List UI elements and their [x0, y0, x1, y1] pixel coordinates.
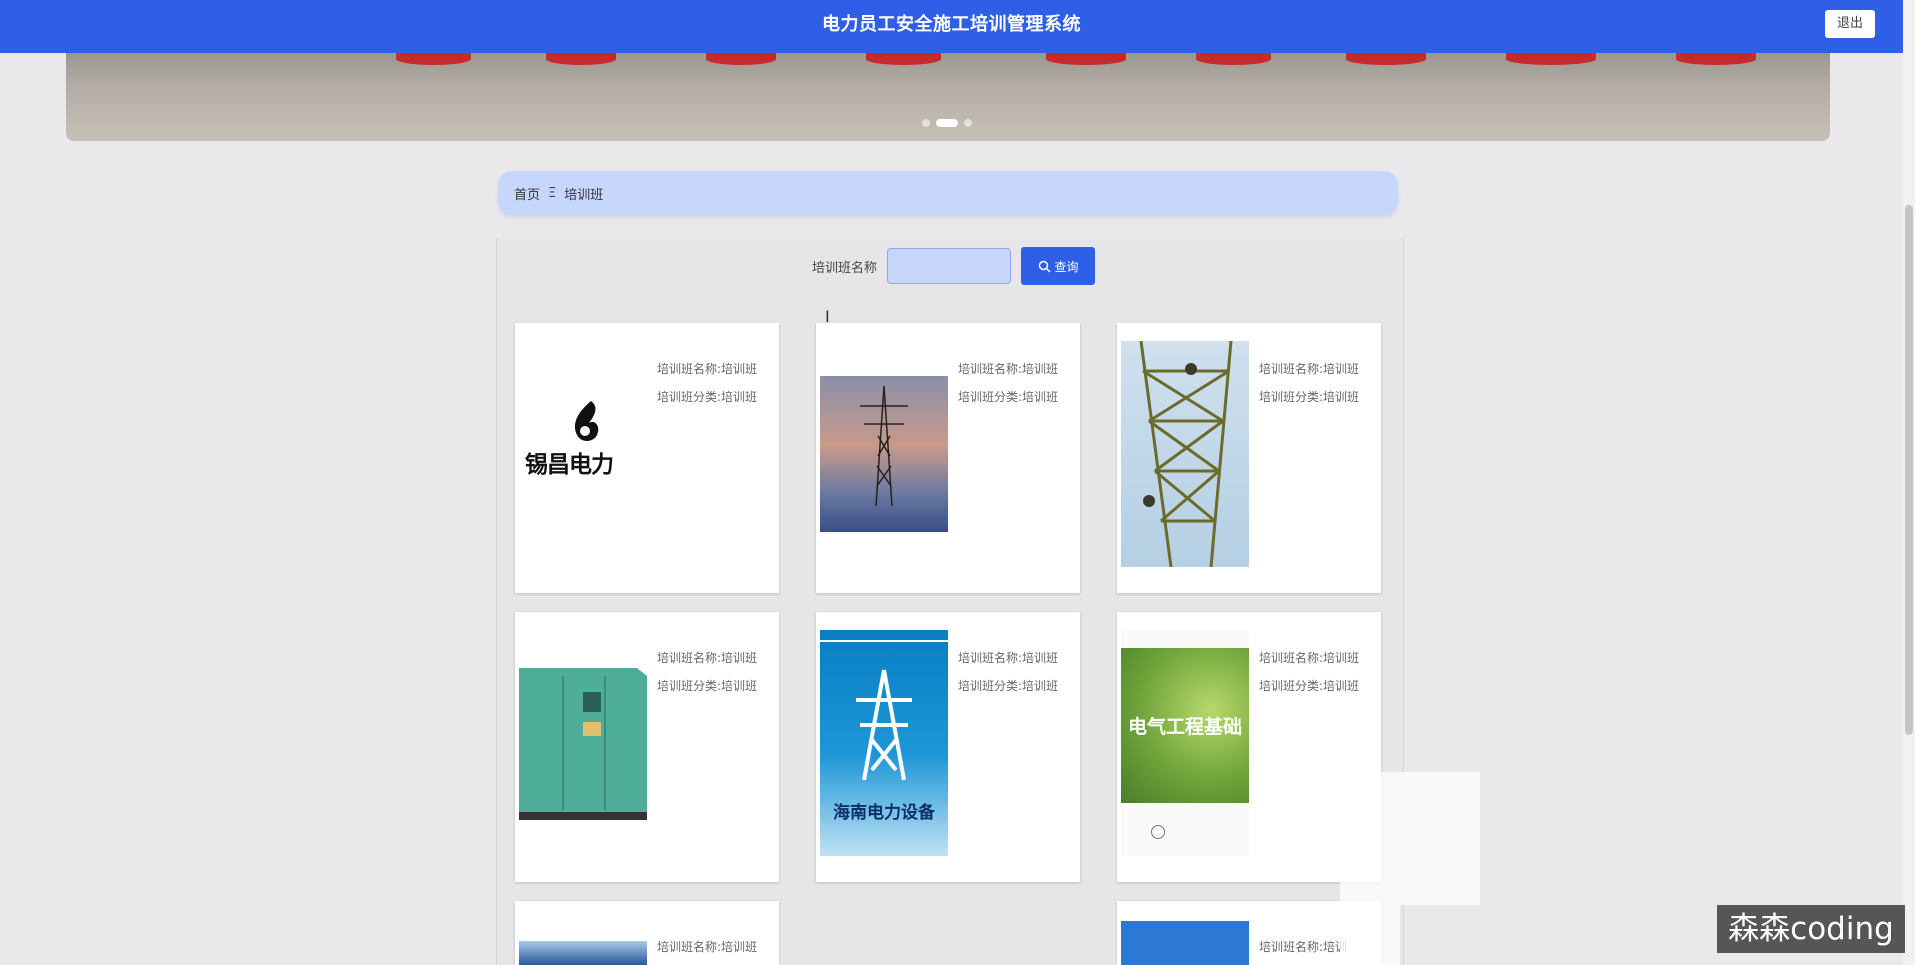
card-image	[820, 376, 948, 532]
training-class-card[interactable]: 培训班名称:培训班 培训班分类:培训班	[515, 612, 779, 882]
card-image-text: 海南电力设备	[833, 803, 935, 823]
top-navbar: 电力员工安全施工培训管理系统 退出	[0, 0, 1903, 53]
carousel-indicators	[922, 119, 972, 127]
card-image	[519, 662, 647, 822]
card-category: 培训班分类:培训班	[958, 390, 1059, 404]
card-category: 培训班分类:培训班	[958, 679, 1059, 693]
card-name: 培训班名称:培训班	[657, 362, 758, 376]
card-image	[1121, 341, 1249, 567]
card-image: 锡昌电力	[519, 393, 647, 483]
card-name: 培训班名称:培训班	[1259, 362, 1360, 376]
breadcrumb: 首页 Ξ 培训班	[498, 171, 1398, 216]
training-class-card[interactable]: 培训班名称:培训班 培训班分类:培训班	[1117, 323, 1381, 593]
card-name: 培训班名称:培训班	[958, 362, 1059, 376]
search-bar: 培训班名称 查询	[812, 246, 1096, 286]
power-tower-icon	[860, 385, 908, 507]
logout-button[interactable]: 退出	[1825, 10, 1875, 38]
card-image-text: 电气工程基础	[1127, 716, 1242, 738]
card-image: 电气工程基础	[1121, 630, 1249, 856]
search-icon	[1038, 260, 1051, 273]
breadcrumb-current: 培训班	[564, 188, 604, 203]
search-button-label: 查询	[1054, 259, 1079, 274]
carousel-dot-active[interactable]	[936, 119, 958, 127]
card-name: 培训班名称:培训	[1259, 940, 1348, 954]
scrollbar-thumb[interactable]	[1905, 205, 1913, 735]
substation-box-icon	[519, 668, 647, 820]
breadcrumb-home-link[interactable]: 首页	[514, 184, 540, 203]
card-category: 培训班分类:培训班	[657, 390, 758, 404]
card-category: 培训班分类:培训班	[1259, 390, 1360, 404]
banner-carousel[interactable]	[66, 53, 1830, 141]
search-input[interactable]	[887, 248, 1012, 284]
search-button[interactable]: 查询	[1021, 247, 1096, 285]
tower-climber-icon	[1139, 341, 1233, 567]
card-name: 培训班名称:培训班	[657, 940, 758, 954]
search-label: 培训班名称	[812, 260, 878, 276]
breadcrumb-separator-icon: Ξ	[548, 186, 557, 201]
watermark: 森森coding	[1717, 905, 1905, 953]
app-title: 电力员工安全施工培训管理系统	[822, 14, 1081, 35]
carousel-dot[interactable]	[922, 119, 930, 127]
card-category: 培训班分类:培训班	[1259, 679, 1360, 693]
training-class-card[interactable]: 培训班名称:培训班	[515, 901, 779, 965]
card-name: 培训班名称:培训班	[1259, 651, 1360, 665]
card-name: 培训班名称:培训班	[958, 651, 1059, 665]
training-class-card[interactable]: 锡昌电力 培训班名称:培训班 培训班分类:培训班	[515, 323, 779, 593]
card-category: 培训班分类:培训班	[657, 679, 758, 693]
card-image: 海南电力设备	[820, 630, 948, 856]
card-name: 培训班名称:培训班	[657, 651, 758, 665]
carousel-dot[interactable]	[964, 119, 972, 127]
training-class-card[interactable]: 培训班名称:培训班 培训班分类:培训班	[816, 323, 1080, 593]
card-image-text: 锡昌电力	[525, 452, 614, 478]
card-image	[519, 941, 647, 965]
page-scrollbar[interactable]	[1903, 0, 1915, 965]
training-class-card[interactable]: 海南电力设备 培训班名称:培训班 培训班分类:培训班	[816, 612, 1080, 882]
card-image	[1121, 921, 1249, 965]
